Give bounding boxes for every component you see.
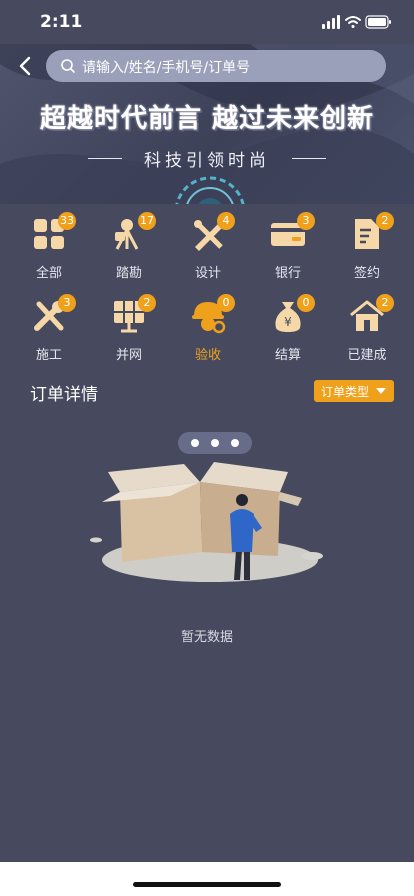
category-construction[interactable]: 3 施工 [9,294,89,366]
category-label: 银行 [274,266,301,281]
category-settlement[interactable]: ¥ 0 结算 [248,294,328,366]
status-bar: 2:11 [0,0,414,44]
count-badge: 3 [58,294,76,312]
battery-icon [365,15,391,29]
category-label: 施工 [35,348,62,363]
category-acceptance[interactable]: 0 验收 [168,294,248,366]
search-placeholder: 请输入/姓名/手机号/订单号 [82,60,251,76]
category-label: 签约 [353,266,380,281]
category-label: 结算 [274,348,301,363]
count-badge: 0 [217,294,235,312]
category-contract[interactable]: 2 签约 [327,212,407,284]
order-type-dropdown[interactable]: 订单类型 [314,380,394,402]
wifi-icon [345,16,361,28]
banner-subline: 科技引领时尚 [0,146,414,171]
category-label: 设计 [194,266,221,281]
category-label: 验收 [194,348,221,363]
empty-box-illustration [90,432,323,582]
banner-slogan: 超越时代前言 越过未来创新 [39,104,375,134]
count-badge: 3 [297,212,315,230]
category-completed[interactable]: 2 已建成 [327,294,407,366]
count-badge: 2 [376,294,394,312]
signal-icon [322,15,340,29]
app-screen: 2:11 请输入/姓名/手机号/订单号 超越时代前言 越过未来创新 科技引领时尚… [0,0,414,862]
count-badge: 2 [376,212,394,230]
divider [292,158,326,159]
search-bar[interactable]: 请输入/姓名/手机号/订单号 [46,50,386,82]
status-time: 2:11 [40,12,83,32]
chevron-left-icon [19,56,31,76]
count-badge: 33 [58,212,76,230]
svg-text:¥: ¥ [284,315,292,329]
category-grid-connect[interactable]: 2 并网 [89,294,169,366]
order-type-label: 订单类型 [321,385,370,399]
empty-state-text: 暂无数据 [180,630,233,645]
banner-subline-text: 科技引领时尚 [144,151,270,171]
back-button[interactable] [14,54,38,78]
count-badge: 2 [138,294,156,312]
category-label: 踏勘 [115,266,142,281]
category-label: 全部 [35,266,62,281]
status-icons [322,14,392,34]
tech-circle-graphic [175,176,245,204]
order-details-title: 订单详情 [30,385,98,405]
category-bank[interactable]: 3 银行 [248,212,328,284]
count-badge: 17 [138,212,156,230]
category-label: 已建成 [347,348,387,363]
search-icon [61,59,75,73]
category-survey[interactable]: 17 踏勘 [89,212,169,284]
caret-down-icon [376,388,386,394]
count-badge: 4 [217,212,235,230]
home-indicator[interactable] [133,882,281,887]
count-badge: 0 [297,294,315,312]
category-all[interactable]: 33 全部 [9,212,89,284]
category-design[interactable]: 4 设计 [168,212,248,284]
header-banner: 请输入/姓名/手机号/订单号 超越时代前言 越过未来创新 科技引领时尚 [0,44,414,204]
category-label: 并网 [115,348,142,363]
